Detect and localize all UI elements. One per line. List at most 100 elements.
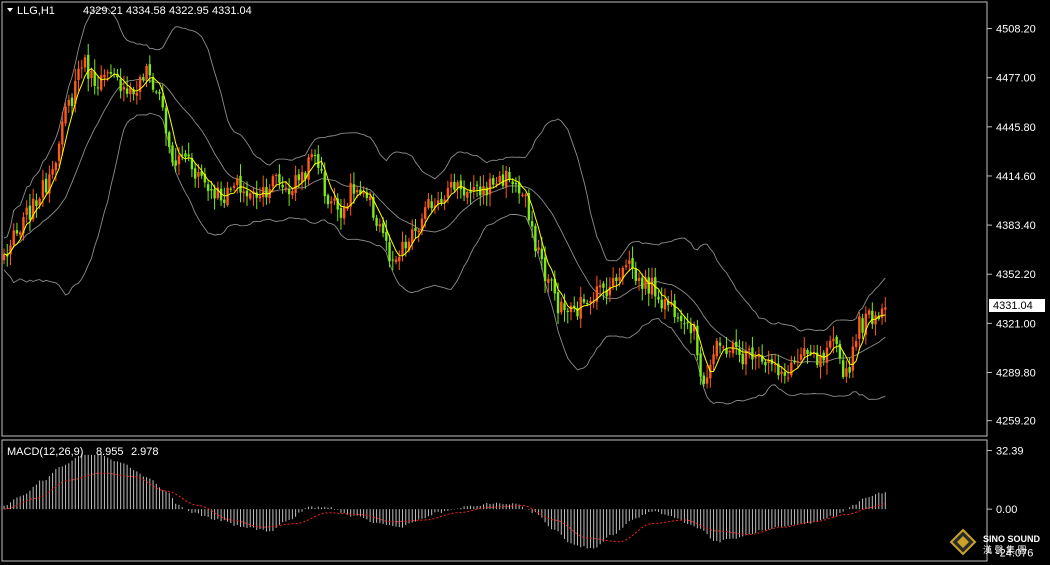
logo-chinese: 漢 聲 集 團: [983, 544, 1027, 555]
candle-body: [142, 77, 145, 80]
candle-body: [790, 362, 793, 376]
candle-body: [313, 155, 317, 157]
candle-body: [103, 74, 106, 78]
candle-body: [598, 285, 602, 288]
candle-body: [388, 242, 391, 262]
candle-body: [537, 247, 540, 250]
candle-body: [456, 182, 459, 189]
candle-body: [466, 191, 469, 198]
candle-body: [618, 277, 621, 281]
candle-body: [206, 184, 210, 191]
candle-body: [689, 324, 693, 334]
candle-body: [530, 221, 534, 227]
price-tick-label: 4289.80: [996, 367, 1036, 379]
candle-body: [375, 217, 378, 226]
candle-body: [867, 310, 871, 315]
chart-canvas: 4508.20 4477.00 4445.80 4414.60 4383.40 4352.…: [0, 0, 1050, 565]
candle-body: [210, 189, 213, 191]
candle-body: [446, 188, 450, 198]
price-tick-label: 4477.00: [996, 73, 1036, 85]
candle-body: [236, 178, 239, 186]
candle-body: [242, 191, 245, 194]
candle-body: [841, 360, 845, 377]
candle-body: [171, 145, 174, 163]
candle-body: [475, 184, 479, 186]
candle-body: [100, 75, 103, 90]
candle-body: [459, 180, 463, 190]
candle-body: [631, 258, 634, 269]
candle-body: [624, 265, 628, 268]
candle-body: [106, 72, 109, 74]
candle-body: [83, 57, 87, 68]
candle-body: [294, 175, 297, 194]
candle-body: [556, 292, 560, 314]
candle-body: [751, 347, 754, 360]
candle-body: [495, 183, 498, 185]
candle-body: [255, 192, 258, 198]
candle-body: [764, 361, 767, 366]
candle-body: [884, 307, 887, 310]
candle-body: [177, 155, 181, 165]
candle-body: [560, 301, 563, 313]
candle-body: [401, 241, 404, 256]
candle-body: [54, 162, 58, 171]
candle-body: [514, 183, 518, 185]
candle-body: [511, 181, 514, 185]
candle-body: [647, 277, 650, 294]
candle-body: [861, 318, 864, 333]
candle-body: [702, 375, 706, 384]
candle-body: [835, 336, 838, 344]
candle-body: [87, 54, 90, 79]
candle-body: [796, 361, 799, 363]
candle-body: [333, 198, 336, 201]
candle-body: [398, 257, 401, 262]
candle-body: [232, 185, 236, 188]
candle-body: [735, 341, 738, 347]
candle-body: [803, 348, 806, 356]
candle-body: [323, 172, 326, 197]
candle-body: [223, 199, 226, 203]
candle-body: [307, 157, 310, 180]
candle-body: [657, 296, 660, 300]
candle-body: [187, 154, 190, 157]
candle-body: [284, 187, 288, 190]
candle-body: [628, 260, 631, 264]
candle-body: [278, 173, 281, 183]
symbol-label: LLG,H1: [17, 5, 55, 17]
price-tick-label: 4383.40: [996, 220, 1036, 232]
price-tick-label: 4445.80: [996, 122, 1036, 134]
candle-body: [158, 91, 161, 94]
last-price-marker: 4331.04: [989, 299, 1045, 312]
candle-body: [472, 186, 475, 192]
candle-body: [521, 194, 524, 196]
chart-background: [0, 0, 1050, 565]
candle-body: [479, 186, 482, 196]
macd-tick-label: 32.39: [996, 446, 1024, 458]
ohlc-high: 4334.58: [126, 5, 166, 17]
candle-body: [786, 377, 790, 379]
candle-body: [64, 106, 67, 124]
candle-body: [679, 315, 683, 322]
candle-body: [440, 198, 443, 203]
candle-body: [712, 354, 715, 365]
candle-body: [161, 95, 164, 108]
candle-body: [858, 316, 861, 339]
candle-body: [61, 121, 64, 145]
candle-body: [320, 168, 323, 171]
candle-body: [394, 259, 398, 263]
candle-body: [417, 230, 420, 233]
candle-body: [122, 86, 126, 90]
candle-body: [414, 227, 417, 231]
macd-value: 8.955: [96, 446, 124, 458]
candle-body: [297, 174, 301, 181]
candle-body: [482, 186, 485, 195]
candle-body: [368, 196, 372, 201]
candle-body: [57, 143, 61, 161]
candle-body: [744, 351, 748, 365]
candle-body: [699, 353, 702, 377]
candle-body: [427, 198, 430, 208]
candle-body: [12, 230, 15, 246]
candle-body: [343, 206, 346, 219]
candle-body: [728, 351, 731, 353]
candle-body: [385, 231, 388, 241]
